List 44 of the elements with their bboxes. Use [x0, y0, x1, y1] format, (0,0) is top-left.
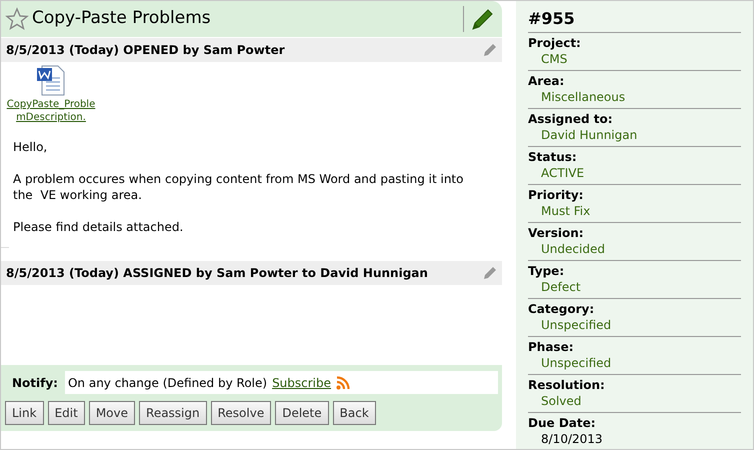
field-label: Assigned to:: [528, 111, 614, 127]
notify-text: On any change (Defined by Role): [68, 374, 268, 392]
field-value: 8/10/2013: [540, 431, 604, 448]
field-value[interactable]: Undecided: [528, 241, 741, 258]
action-button[interactable]: Back: [332, 401, 376, 425]
star-icon[interactable]: [5, 7, 29, 31]
event-header: 8/5/2013 (Today) OPENED by Sam Powter: [6, 42, 286, 59]
attachment-link[interactable]: CopyPaste_ProblemDescription.: [5, 98, 97, 124]
issue-number: #955: [528, 7, 741, 33]
field-label: Area:: [528, 73, 566, 89]
action-button[interactable]: Delete: [275, 401, 329, 425]
rss-icon[interactable]: [336, 376, 350, 390]
word-document-icon[interactable]: [36, 65, 66, 96]
field-value[interactable]: Unspecified: [528, 317, 741, 334]
field-label: Phase:: [528, 339, 575, 355]
action-button[interactable]: Reassign: [139, 401, 207, 425]
field-value[interactable]: ACTIVE: [528, 165, 741, 182]
field-label: Due Date:: [528, 415, 597, 431]
field-label: Category:: [528, 301, 596, 317]
message-paragraph: Hello,: [13, 139, 48, 155]
notify-label: Notify:: [5, 371, 65, 394]
message-paragraph: A problem occures when copying content from MS Word and pasting it into the VE working area.: [13, 171, 464, 203]
field-label: Version:: [528, 225, 585, 241]
field-label: Type:: [528, 263, 566, 279]
subscribe-link[interactable]: Subscribe: [272, 374, 332, 392]
field-label: Priority:: [528, 187, 584, 203]
field-label: Project:: [528, 35, 582, 51]
action-button[interactable]: Resolve: [210, 401, 272, 425]
field-value[interactable]: Miscellaneous: [528, 89, 741, 106]
action-button[interactable]: Edit: [48, 401, 85, 425]
edit-icon[interactable]: [472, 8, 494, 30]
field-value[interactable]: David Hunnigan: [528, 127, 741, 144]
action-button[interactable]: Link: [5, 401, 44, 425]
action-button[interactable]: Move: [88, 401, 136, 425]
field-value[interactable]: Defect: [528, 279, 741, 296]
field-label: Resolution:: [528, 377, 606, 393]
field-value[interactable]: Unspecified: [528, 355, 741, 372]
issue-title: Copy-Paste Problems: [32, 7, 212, 30]
event-header: 8/5/2013 (Today) ASSIGNED by Sam Powter to David Hunnigan: [6, 265, 429, 282]
field-value[interactable]: Solved: [528, 393, 741, 410]
message-paragraph: Please find details attached.: [13, 219, 184, 235]
field-label: Status:: [528, 149, 578, 165]
field-value[interactable]: Must Fix: [528, 203, 741, 220]
field-value[interactable]: CMS: [528, 51, 741, 68]
